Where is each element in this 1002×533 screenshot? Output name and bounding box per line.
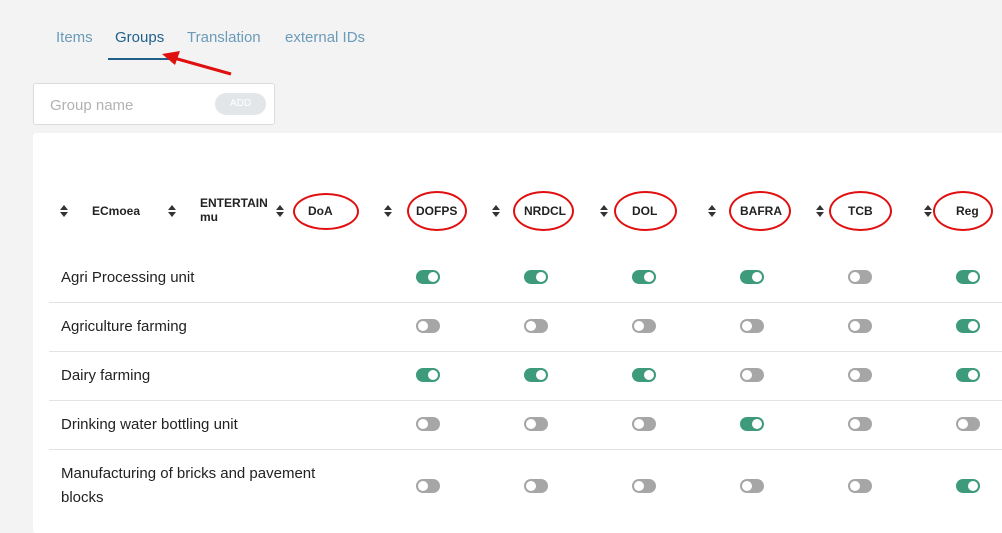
group-toggle[interactable] <box>956 479 980 493</box>
row-divider <box>49 351 1002 352</box>
group-toggle[interactable] <box>416 417 440 431</box>
column-header-nrdcl: NRDCL <box>524 204 566 218</box>
group-toggle[interactable] <box>848 479 872 493</box>
group-toggle[interactable] <box>416 270 440 284</box>
row-divider <box>49 449 1002 450</box>
group-toggle[interactable] <box>524 270 548 284</box>
column-header-ecmoea: ECmoea <box>92 204 141 218</box>
group-toggle[interactable] <box>740 319 764 333</box>
sort-nrdcl-icon[interactable] <box>492 205 500 217</box>
sort-dol-icon[interactable] <box>600 205 608 217</box>
group-toggle[interactable] <box>740 270 764 284</box>
row-label: Manufacturing of bricks and pavement blo… <box>61 465 316 506</box>
group-toggle[interactable] <box>740 368 764 382</box>
group-toggle[interactable] <box>740 417 764 431</box>
group-toggle[interactable] <box>956 319 980 333</box>
group-toggle[interactable] <box>848 270 872 284</box>
column-header-bafra: BAFRA <box>740 204 782 218</box>
group-name-input[interactable] <box>50 94 210 116</box>
group-toggle[interactable] <box>848 417 872 431</box>
tab-items[interactable]: Items <box>56 28 93 60</box>
tab-external-ids[interactable]: external IDs <box>285 28 365 60</box>
group-toggle[interactable] <box>956 270 980 284</box>
row-divider <box>49 400 1002 401</box>
group-toggle[interactable] <box>632 368 656 382</box>
group-toggle[interactable] <box>524 479 548 493</box>
sort-tcb-icon[interactable] <box>816 205 824 217</box>
group-toggle[interactable] <box>632 479 656 493</box>
row-label: Agriculture farming <box>61 318 187 335</box>
sort-doa-icon[interactable] <box>276 205 284 217</box>
group-name-form: ADD <box>33 83 275 125</box>
group-toggle[interactable] <box>848 368 872 382</box>
sort-entertainmu-icon[interactable] <box>168 205 176 217</box>
sort-dofps-icon[interactable] <box>384 205 392 217</box>
group-toggle[interactable] <box>524 319 548 333</box>
group-toggle[interactable] <box>416 479 440 493</box>
row-label: Drinking water bottling unit <box>61 416 238 433</box>
group-toggle[interactable] <box>632 319 656 333</box>
group-toggle[interactable] <box>632 417 656 431</box>
group-toggle[interactable] <box>416 319 440 333</box>
annotation-arrow-icon <box>162 51 232 76</box>
column-header-entertainmu: ENTERTAIN mu <box>200 196 268 224</box>
column-header-doa: DoA <box>308 204 333 218</box>
column-header-reg: Reg <box>956 204 979 218</box>
column-header-dol: DOL <box>632 204 658 218</box>
row-label: Agri Processing unit <box>61 269 195 286</box>
column-header-tcb: TCB <box>848 204 873 218</box>
group-toggle[interactable] <box>524 368 548 382</box>
group-toggle[interactable] <box>956 417 980 431</box>
column-header-dofps: DOFPS <box>416 204 458 218</box>
group-toggle[interactable] <box>524 417 548 431</box>
group-toggle[interactable] <box>956 368 980 382</box>
add-group-button[interactable]: ADD <box>215 93 266 115</box>
row-divider <box>49 302 1002 303</box>
group-toggle[interactable] <box>848 319 872 333</box>
sort-bafra-icon[interactable] <box>708 205 716 217</box>
sort-ecmoea-icon[interactable] <box>60 205 68 217</box>
row-label: Dairy farming <box>61 367 151 384</box>
group-toggle[interactable] <box>416 368 440 382</box>
group-toggle[interactable] <box>740 479 764 493</box>
sort-reg-icon[interactable] <box>924 205 932 217</box>
tab-groups[interactable]: Groups <box>115 28 164 60</box>
group-toggle[interactable] <box>632 270 656 284</box>
